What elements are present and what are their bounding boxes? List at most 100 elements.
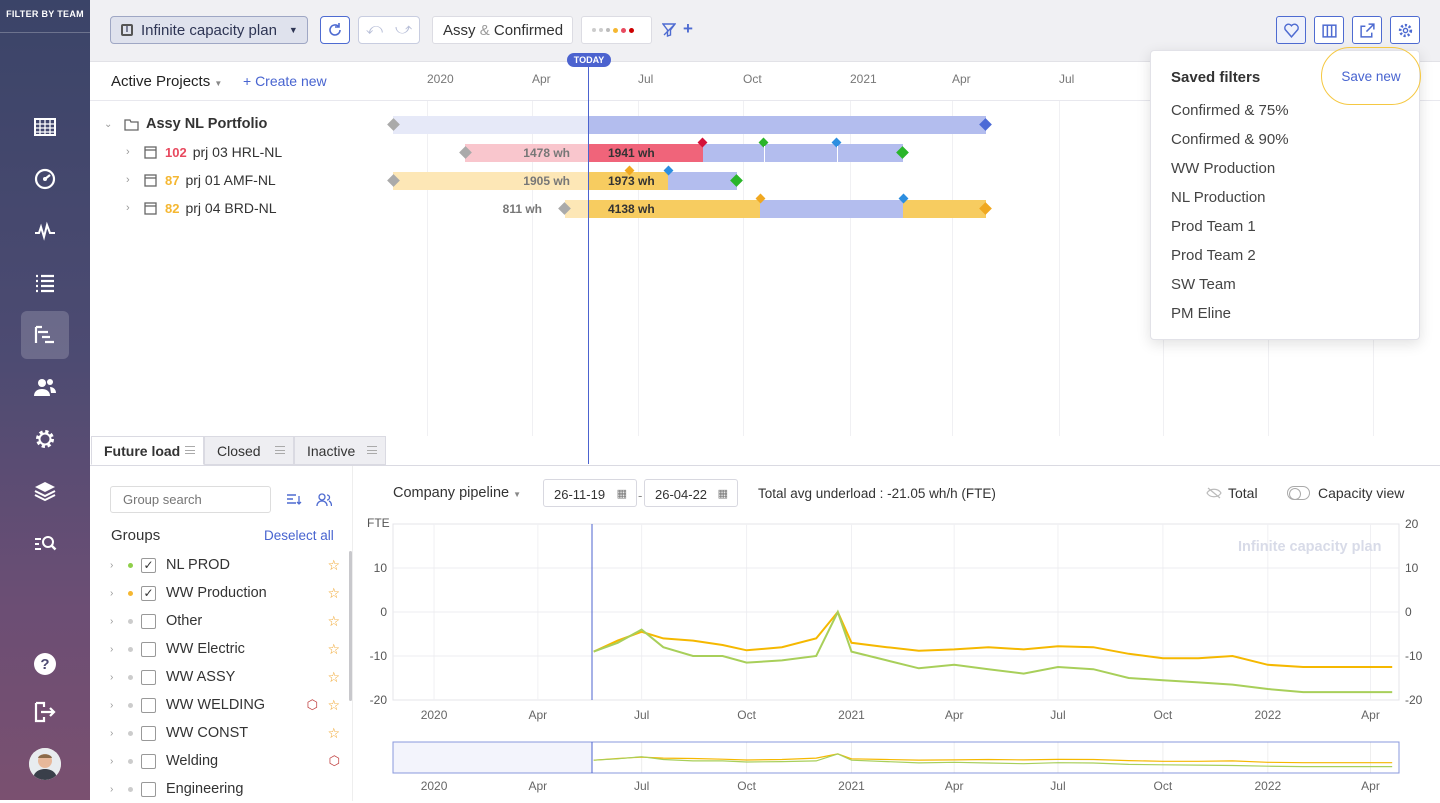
plan-selector[interactable]: I Infinite capacity plan ▼ xyxy=(110,16,308,44)
group-checkbox[interactable]: ✓ xyxy=(141,557,156,573)
team-view-icon[interactable] xyxy=(316,492,332,508)
project-bar-future-2[interactable] xyxy=(903,200,986,218)
help-icon[interactable]: ? xyxy=(21,640,69,688)
saved-filters-button[interactable] xyxy=(1276,16,1306,44)
columns-button[interactable] xyxy=(1314,16,1344,44)
load-chart[interactable]: 2020 2020 Apr Apr Jul Jul Oct Oct 2021 2021 Apr Apr… xyxy=(353,466,1440,801)
group-item[interactable]: › Engineering xyxy=(110,775,340,803)
refresh-button[interactable] xyxy=(320,16,350,44)
star-icon[interactable]: ☆ xyxy=(327,669,340,686)
project-bar-past[interactable]: 811 wh xyxy=(490,200,560,218)
saved-filter-item[interactable]: NL Production xyxy=(1171,189,1266,206)
group-checkbox[interactable] xyxy=(141,697,156,713)
chevron-right-icon[interactable]: › xyxy=(110,616,124,627)
gantt-icon[interactable] xyxy=(21,311,69,359)
chevron-right-icon[interactable]: › xyxy=(126,146,140,158)
activity-icon[interactable] xyxy=(21,207,69,255)
active-filter-chip[interactable]: Assy & Confirmed xyxy=(432,16,573,44)
tab-closed[interactable]: Closed xyxy=(204,436,294,465)
portfolio-row[interactable]: ⌄ Assy NL Portfolio xyxy=(90,110,390,138)
active-projects-dropdown[interactable]: Active Projects ▼ xyxy=(111,73,222,90)
project-bar-future[interactable] xyxy=(760,200,903,218)
chevron-right-icon[interactable]: › xyxy=(110,700,124,711)
group-checkbox[interactable] xyxy=(141,669,156,685)
team-icon[interactable] xyxy=(21,363,69,411)
settings-button[interactable] xyxy=(1390,16,1420,44)
chevron-down-icon[interactable]: ⌄ xyxy=(104,119,122,130)
chevron-right-icon[interactable]: › xyxy=(110,728,124,739)
chevron-right-icon[interactable]: › xyxy=(110,644,124,655)
saved-filter-item[interactable]: PM Eline xyxy=(1171,305,1231,322)
tab-future-load[interactable]: Future load xyxy=(91,436,204,465)
chevron-right-icon[interactable]: › xyxy=(110,756,124,767)
redo-icon[interactable]: ⤻ xyxy=(395,21,412,39)
tab-inactive[interactable]: Inactive xyxy=(294,436,386,465)
deselect-all-link[interactable]: Deselect all xyxy=(264,528,334,543)
saved-filter-item[interactable]: WW Production xyxy=(1171,160,1275,177)
group-item[interactable]: › WW Electric ☆ xyxy=(110,635,340,663)
group-item[interactable]: › WW CONST ☆ xyxy=(110,719,340,747)
list-icon[interactable] xyxy=(21,259,69,307)
color-filter-chip[interactable] xyxy=(581,16,652,44)
star-icon[interactable]: ☆ xyxy=(327,725,340,742)
group-checkbox[interactable] xyxy=(141,641,156,657)
project-bar-future[interactable] xyxy=(668,172,737,190)
export-button[interactable] xyxy=(1352,16,1382,44)
project-row[interactable]: › 87 prj 01 AMF-NL xyxy=(90,166,390,194)
undo-icon[interactable]: ⤺ xyxy=(366,21,383,39)
group-checkbox[interactable] xyxy=(141,781,156,797)
project-row[interactable]: › 82 prj 04 BRD-NL xyxy=(90,194,390,222)
group-checkbox[interactable] xyxy=(141,613,156,629)
group-item[interactable]: › Other ☆ xyxy=(110,607,340,635)
create-new-button[interactable]: + Create new xyxy=(243,73,327,89)
chevron-right-icon[interactable]: › xyxy=(126,174,140,186)
group-checkbox[interactable] xyxy=(141,753,156,769)
project-bar-current[interactable]: 4138 wh xyxy=(588,200,760,218)
star-icon[interactable]: ☆ xyxy=(327,641,340,658)
analytics-search-icon[interactable] xyxy=(21,519,69,567)
star-icon[interactable]: ☆ xyxy=(327,613,340,630)
saved-filter-item[interactable]: Confirmed & 90% xyxy=(1171,131,1289,148)
star-icon[interactable]: ☆ xyxy=(327,585,340,602)
logout-icon[interactable] xyxy=(21,688,69,736)
chevron-right-icon[interactable]: › xyxy=(110,560,124,571)
group-item[interactable]: › ✓ WW Production ☆ xyxy=(110,579,340,607)
menu-icon[interactable] xyxy=(275,446,285,454)
save-new-button[interactable]: Save new xyxy=(1321,47,1421,105)
portfolio-bar-past[interactable] xyxy=(393,116,588,134)
group-item[interactable]: › WW WELDING ☆ ⬡ xyxy=(110,691,340,719)
chevron-right-icon[interactable]: › xyxy=(126,202,140,214)
project-bar-past[interactable]: 1478 wh xyxy=(465,144,588,162)
project-row[interactable]: › 102 prj 03 HRL-NL xyxy=(90,138,390,166)
portfolio-bar-future[interactable] xyxy=(588,116,986,134)
chevron-right-icon[interactable]: › xyxy=(110,672,124,683)
saved-filter-item[interactable]: Confirmed & 75% xyxy=(1171,102,1289,119)
star-icon[interactable]: ☆ xyxy=(327,557,340,574)
project-bar-past[interactable]: 1905 wh xyxy=(393,172,588,190)
settings-icon[interactable] xyxy=(21,415,69,463)
clear-filter-icon[interactable] xyxy=(662,23,676,37)
group-item[interactable]: › Welding ⬡ xyxy=(110,747,340,775)
group-search-input[interactable] xyxy=(110,486,271,513)
star-icon[interactable]: ☆ xyxy=(327,697,340,714)
chevron-right-icon[interactable]: › xyxy=(110,588,124,599)
add-filter-button[interactable]: + xyxy=(683,19,693,39)
calendar-grid-icon[interactable] xyxy=(21,103,69,151)
group-checkbox[interactable]: ✓ xyxy=(141,585,156,601)
project-bar-future[interactable] xyxy=(703,144,903,162)
menu-icon[interactable] xyxy=(367,446,377,454)
menu-icon[interactable] xyxy=(185,446,195,454)
avatar[interactable] xyxy=(29,748,61,780)
saved-filter-item[interactable]: Prod Team 1 xyxy=(1171,218,1256,235)
group-item[interactable]: › ✓ NL PROD ☆ xyxy=(110,551,340,579)
sort-list-icon[interactable] xyxy=(286,493,302,507)
filter-by-team-label[interactable]: FILTER BY TEAM xyxy=(0,9,90,19)
chevron-right-icon[interactable]: › xyxy=(110,784,124,795)
dashboard-icon[interactable] xyxy=(21,155,69,203)
group-item[interactable]: › WW ASSY ☆ xyxy=(110,663,340,691)
saved-filter-item[interactable]: SW Team xyxy=(1171,276,1236,293)
layers-icon[interactable] xyxy=(21,467,69,515)
group-checkbox[interactable] xyxy=(141,725,156,741)
project-bar-current[interactable]: 1941 wh xyxy=(588,144,703,162)
saved-filter-item[interactable]: Prod Team 2 xyxy=(1171,247,1256,264)
